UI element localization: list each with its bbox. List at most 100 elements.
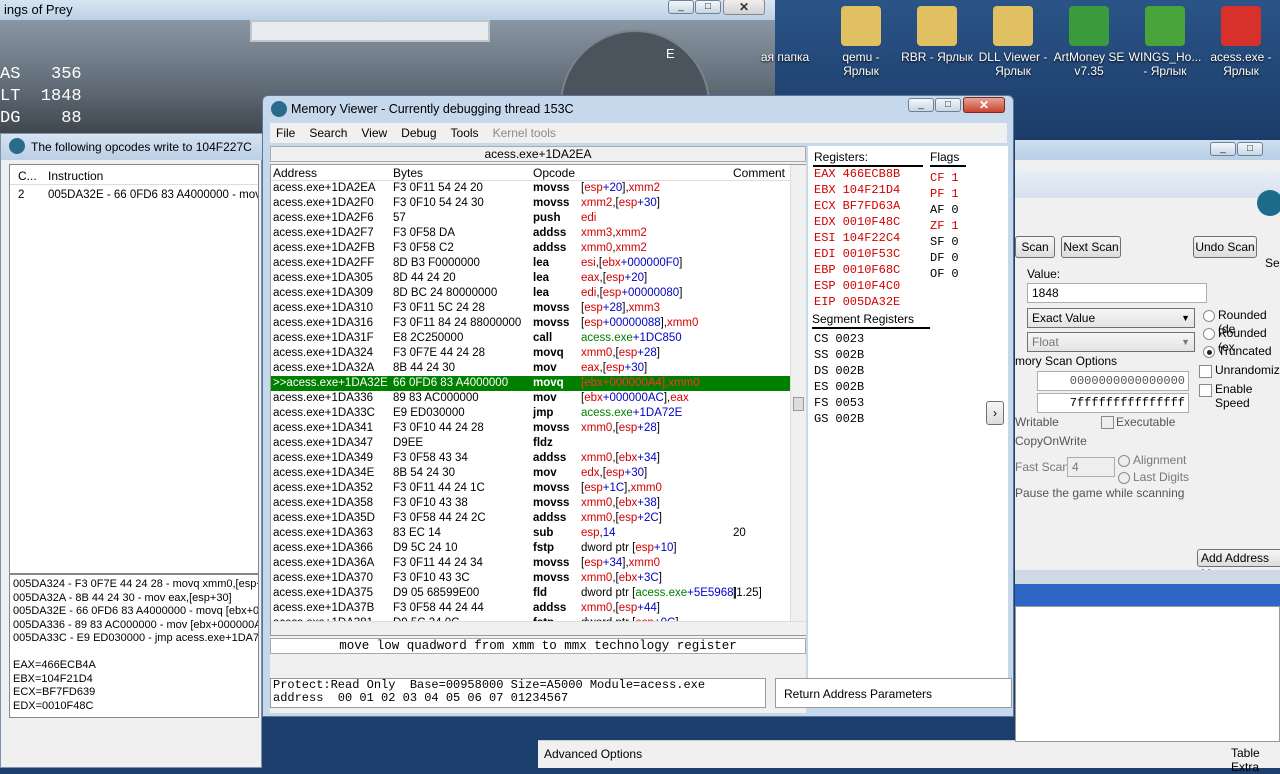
- menu-item-search[interactable]: Search: [309, 123, 347, 143]
- horizontal-scrollbar[interactable]: [271, 621, 806, 635]
- table-row[interactable]: acess.exe+1DA35D F3 0F58 44 24 2C addss xmm…: [271, 511, 790, 526]
- table-row[interactable]: acess.exe+1DA33C E9 ED030000 jmp acess.exe+…: [271, 406, 790, 421]
- flag-of[interactable]: OF 0: [930, 266, 959, 282]
- executable-checkbox[interactable]: [1101, 416, 1114, 429]
- flag-cf[interactable]: CF 1: [930, 170, 959, 186]
- segment-fs[interactable]: FS 0053: [814, 395, 864, 411]
- table-row[interactable]: acess.exe+1DA2EA F3 0F11 54 24 20 movss [es…: [271, 181, 790, 196]
- register-edx[interactable]: EDX 0010F48C: [814, 214, 900, 230]
- table-row[interactable]: acess.exe+1DA316 F3 0F11 84 24 88000000 mo…: [271, 316, 790, 331]
- desktop-icon[interactable]: qemu - Ярлык: [823, 0, 899, 78]
- table-row[interactable]: acess.exe+1DA2FF 8D B3 F0000000 lea esi,[eb…: [271, 256, 790, 271]
- table-row[interactable]: acess.exe+1DA36A F3 0F11 44 24 34 movss [es…: [271, 556, 790, 571]
- table-row[interactable]: acess.exe+1DA309 8D BC 24 80000000 lea edi,…: [271, 286, 790, 301]
- menu-item-view[interactable]: View: [361, 123, 387, 143]
- scrollbar-thumb[interactable]: [793, 397, 804, 411]
- count-column-header[interactable]: C...: [18, 169, 37, 183]
- maximize-button[interactable]: □: [695, 0, 721, 14]
- register-ecx[interactable]: ECX BF7FD63A: [814, 198, 900, 214]
- stop-address-input[interactable]: 7fffffffffffffff: [1037, 393, 1189, 413]
- opcodes-list[interactable]: C... Instruction 2 005DA32E - 66 0FD6 83…: [9, 164, 259, 574]
- close-button[interactable]: ✕: [963, 97, 1005, 113]
- table-row[interactable]: acess.exe+1DA366 D9 5C 24 10 fstp dword ptr…: [271, 541, 790, 556]
- table-row[interactable]: 2 005DA32E - 66 0FD6 83 A4000000 - movq …: [10, 187, 258, 205]
- address-list[interactable]: [1015, 606, 1280, 742]
- register-esi[interactable]: ESI 104F22C4: [814, 230, 900, 246]
- table-row[interactable]: acess.exe+1DA2F7 F3 0F58 DA addss xmm3,xmm2: [271, 226, 790, 241]
- instruction-column-header[interactable]: Instruction: [48, 169, 103, 183]
- address-column-header[interactable]: Address: [273, 166, 317, 180]
- splitter[interactable]: [1015, 570, 1280, 584]
- flag-af[interactable]: AF 0: [930, 202, 959, 218]
- add-address-manually-button[interactable]: Add Address Ma: [1197, 549, 1280, 581]
- flag-sf[interactable]: SF 0: [930, 234, 959, 250]
- table-row[interactable]: acess.exe+1DA305 8D 44 24 20 lea eax,[esp+2…: [271, 271, 790, 286]
- table-row[interactable]: acess.exe+1DA370 F3 0F10 43 3C movss xmm0,[…: [271, 571, 790, 586]
- value-input[interactable]: 1848: [1027, 283, 1207, 303]
- opcode-details[interactable]: 005DA324 - F3 0F7E 44 24 28 - movq xmm0,…: [9, 574, 259, 718]
- table-row[interactable]: acess.exe+1DA349 F3 0F58 43 34 addss xmm0,[…: [271, 451, 790, 466]
- register-eax[interactable]: EAX 466ECB8B: [814, 166, 900, 182]
- minimize-button[interactable]: _: [1210, 142, 1236, 156]
- table-row[interactable]: acess.exe+1DA341 F3 0F10 44 24 28 movss xmm…: [271, 421, 790, 436]
- maximize-button[interactable]: □: [935, 98, 961, 112]
- advanced-options-label[interactable]: Advanced Options: [544, 747, 642, 761]
- rounded-default-radio[interactable]: [1203, 310, 1215, 322]
- register-edi[interactable]: EDI 0010F53C: [814, 246, 900, 262]
- alignment-radio[interactable]: [1118, 455, 1130, 467]
- segment-es[interactable]: ES 002B: [814, 379, 864, 395]
- value-type-select[interactable]: Float ▼: [1027, 332, 1195, 352]
- table-row[interactable]: acess.exe+1DA347 D9EE fldz: [271, 436, 790, 451]
- table-row[interactable]: acess.exe+1DA2F0 F3 0F10 54 24 30 movss xmm…: [271, 196, 790, 211]
- disassembler-view[interactable]: Address Bytes Opcode Comment acess.exe+1…: [270, 164, 806, 636]
- table-row[interactable]: acess.exe+1DA336 89 83 AC000000 mov [ebx+00…: [271, 391, 790, 406]
- hex-view[interactable]: Protect:Read Only Base=00958000 Size=A50…: [270, 678, 766, 708]
- table-row[interactable]: acess.exe+1DA358 F3 0F10 43 38 movss xmm0,[…: [271, 496, 790, 511]
- desktop-icon[interactable]: ArtMoney SE v7.35: [1051, 0, 1127, 78]
- start-address-input[interactable]: 0000000000000000: [1037, 371, 1189, 391]
- desktop-icon[interactable]: ая папка: [747, 0, 823, 64]
- minimize-button[interactable]: _: [908, 98, 934, 112]
- rounded-extreme-radio[interactable]: [1203, 328, 1215, 340]
- desktop-icon[interactable]: DLL Viewer - Ярлык: [975, 0, 1051, 78]
- parameters-header[interactable]: Parameters: [870, 687, 932, 701]
- truncated-radio[interactable]: [1203, 346, 1215, 358]
- table-extras-label[interactable]: Table Extra: [1231, 746, 1280, 774]
- bytes-column-header[interactable]: Bytes: [393, 166, 423, 180]
- disassembler-scrollbar[interactable]: [790, 165, 806, 621]
- table-row[interactable]: acess.exe+1DA363 83 EC 14 sub 20 esp,14: [271, 526, 790, 541]
- register-ebp[interactable]: EBP 0010F68C: [814, 262, 900, 278]
- opcode-column-header[interactable]: Opcode: [533, 166, 575, 180]
- undo-scan-button[interactable]: Undo Scan: [1193, 236, 1257, 258]
- segment-ss[interactable]: SS 002B: [814, 347, 864, 363]
- table-row[interactable]: acess.exe+1DA324 F3 0F7E 44 24 28 movq xmm0…: [271, 346, 790, 361]
- register-esp[interactable]: ESP 0010F4C0: [814, 278, 900, 294]
- menu-item-file[interactable]: File: [276, 123, 295, 143]
- segment-ds[interactable]: DS 002B: [814, 363, 864, 379]
- segment-cs[interactable]: CS 0023: [814, 331, 864, 347]
- table-row[interactable]: acess.exe+1DA31F E8 2C250000 call acess.exe…: [271, 331, 790, 346]
- unrandomizer-checkbox[interactable]: [1199, 365, 1212, 378]
- last-digits-radio[interactable]: [1118, 472, 1130, 484]
- table-row[interactable]: acess.exe+1DA352 F3 0F11 44 24 1C movss [es…: [271, 481, 790, 496]
- enable-speedhack-checkbox[interactable]: [1199, 384, 1212, 397]
- table-row[interactable]: acess.exe+1DA37B F3 0F58 44 24 44 addss xmm…: [271, 601, 790, 616]
- next-scan-button[interactable]: Next Scan: [1061, 236, 1121, 258]
- register-ebx[interactable]: EBX 104F21D4: [814, 182, 900, 198]
- table-row[interactable]: acess.exe+1DA2F6 57 push edi: [271, 211, 790, 226]
- menu-item-kernel-tools[interactable]: Kernel tools: [493, 123, 556, 143]
- segment-gs[interactable]: GS 002B: [814, 411, 864, 427]
- scan-type-select[interactable]: Exact Value ▼: [1027, 308, 1195, 328]
- stack-view[interactable]: Return Address Parameters: [775, 678, 1012, 708]
- desktop-icon[interactable]: WINGS_Ho... - Ярлык: [1127, 0, 1203, 78]
- new-scan-button[interactable]: Scan: [1015, 236, 1055, 258]
- maximize-button[interactable]: □: [1237, 142, 1263, 156]
- comment-column-header[interactable]: Comment: [733, 166, 785, 180]
- table-row[interactable]: acess.exe+1DA375 D9 05 68599E00 fld [1.25] d…: [271, 586, 790, 601]
- table-row[interactable]: acess.exe+1DA2FB F3 0F58 C2 addss xmm0,xmm2: [271, 241, 790, 256]
- flag-pf[interactable]: PF 1: [930, 186, 959, 202]
- return-address-header[interactable]: Return Address: [784, 687, 867, 701]
- table-row[interactable]: acess.exe+1DA34E 8B 54 24 30 mov edx,[esp+3…: [271, 466, 790, 481]
- table-row[interactable]: >>acess.exe+1DA32E 66 0FD6 83 A4000000 mov…: [271, 376, 790, 391]
- table-row[interactable]: acess.exe+1DA32A 8B 44 24 30 mov eax,[esp+3…: [271, 361, 790, 376]
